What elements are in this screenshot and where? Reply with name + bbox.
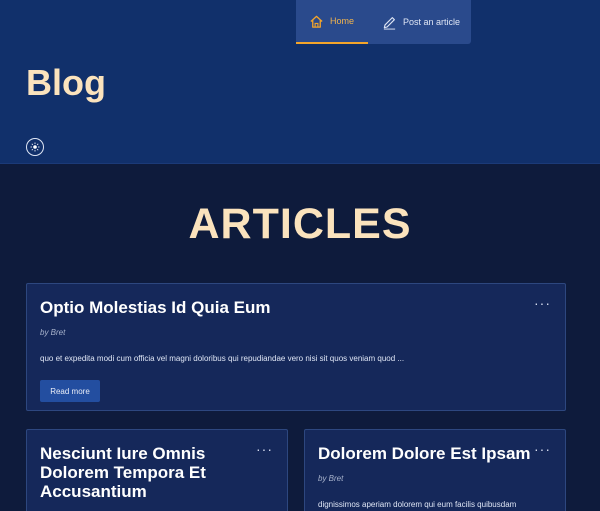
article-title[interactable]: Dolorem Dolore Est Ipsam: [318, 444, 531, 463]
more-options-icon[interactable]: ···: [534, 442, 551, 456]
read-more-button[interactable]: Read more: [40, 380, 100, 402]
page-title: Blog: [26, 62, 106, 103]
pencil-icon: [383, 16, 396, 30]
article-title[interactable]: Optio Molestias Id Quia Eum: [40, 298, 270, 317]
nav-home-label: Home: [330, 16, 355, 26]
article-title[interactable]: Nesciunt Iure Omnis Dolorem Tempora Et A…: [40, 444, 250, 501]
nav-post-article-link[interactable]: Post an article: [368, 0, 471, 44]
article-card: Optio Molestias Id Quia Eum ··· by Bret …: [26, 283, 566, 411]
article-excerpt: quo et expedita modi cum officia vel mag…: [40, 354, 405, 363]
nav-home-link[interactable]: Home: [296, 0, 368, 44]
nav-post-label: Post an article: [403, 17, 461, 27]
article-card: Dolorem Dolore Est Ipsam ··· by Bret dig…: [304, 429, 566, 511]
article-author: by Bret: [40, 328, 66, 337]
sun-icon: [30, 142, 40, 152]
article-author: by Bret: [318, 474, 344, 483]
article-card: Nesciunt Iure Omnis Dolorem Tempora Et A…: [26, 429, 288, 511]
site-header: Home Post an article Blog: [0, 0, 600, 164]
more-options-icon[interactable]: ···: [256, 442, 273, 456]
articles-heading: ARTICLES: [188, 200, 412, 248]
more-options-icon[interactable]: ···: [534, 296, 551, 310]
theme-toggle-button[interactable]: [26, 138, 44, 156]
main-nav: Home Post an article: [296, 0, 471, 44]
home-icon: [310, 15, 323, 28]
article-excerpt: dignissimos aperiam dolorem qui eum faci…: [318, 500, 517, 509]
